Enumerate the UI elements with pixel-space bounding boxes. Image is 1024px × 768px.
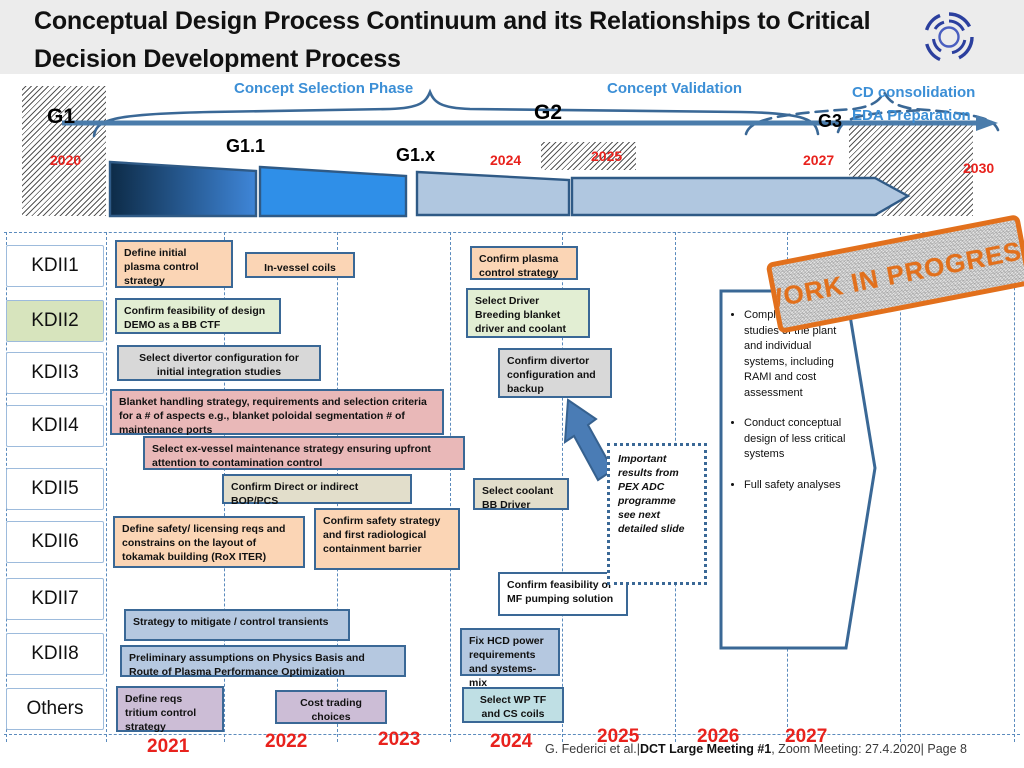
bullet-conduct-conceptual-design: Conduct conceptual design of less critic… [744, 416, 848, 463]
row-label: KDII8 [31, 643, 79, 664]
gate-label-g1-1: G1.1 [226, 136, 266, 156]
right-panel-bullets: Complete integration studies of the plan… [730, 308, 848, 508]
top-year-2025: 2025 [591, 148, 623, 164]
footer-authors: G. Federici et al.| [545, 742, 640, 756]
row-label: KDII1 [31, 255, 79, 276]
task-preliminary-assumptions-physics-basis[interactable]: Preliminary assumptions on Physics Basis… [120, 645, 406, 678]
sidebar-item-kdii7[interactable]: KDII7 [6, 578, 104, 620]
top-year-2024: 2024 [490, 152, 522, 168]
row-label: KDII7 [31, 588, 79, 609]
bottom-year-2023: 2023 [378, 729, 421, 750]
phase-label-concept-validation: Concept Validation [607, 80, 743, 97]
grid-hline-top [4, 232, 1020, 233]
row-label: KDII4 [31, 415, 79, 436]
task-select-driver-breeding-blanket[interactable]: Select Driver Breeding blanket driver an… [466, 288, 590, 338]
gate-label-g2: G2 [534, 101, 563, 124]
task-confirm-feasibility-demo-bb-ctf[interactable]: Confirm feasibility of design DEMO as a … [115, 298, 281, 334]
row-label: KDII5 [31, 478, 79, 499]
task-confirm-divertor-configuration[interactable]: Confirm divertor configuration and backu… [498, 348, 612, 398]
task-define-initial-plasma-control[interactable]: Define initial plasma control strategy [115, 240, 233, 288]
phase-label-concept-selection: Concept Selection Phase [234, 80, 414, 97]
task-cost-trading-choices[interactable]: Cost trading choices [275, 690, 387, 724]
task-confirm-safety-strategy[interactable]: Confirm safety strategy and first radiol… [314, 508, 460, 570]
row-label: KDII2 [31, 310, 79, 331]
sidebar-item-kdii3[interactable]: KDII3 [6, 352, 104, 394]
sidebar-item-others[interactable]: Others [6, 688, 104, 730]
task-confirm-plasma-control-strategy[interactable]: Confirm plasma control strategy [470, 246, 578, 280]
top-year-2030: 2030 [963, 160, 995, 176]
cd-consolidation-label-line1: CD consolidation [852, 84, 976, 101]
sidebar-item-kdii2[interactable]: KDII2 [6, 300, 104, 342]
page-title: Conceptual Design Process Continuum and … [34, 7, 871, 73]
gate-label-g1: G1 [47, 105, 76, 128]
task-strategy-mitigate-transients[interactable]: Strategy to mitigate / control transient… [124, 609, 350, 641]
top-year-2020: 2020 [50, 152, 82, 168]
phase-bar-2 [258, 165, 408, 218]
grid-vline-1 [106, 232, 107, 742]
grid-vline-9 [1014, 232, 1015, 742]
footer-rest: , Zoom Meeting: 27.4.2020| Page 8 [771, 742, 967, 756]
sidebar-item-kdii6[interactable]: KDII6 [6, 521, 104, 563]
task-define-reqs-tritium-control[interactable]: Define reqs tritium control strategy [116, 686, 224, 733]
row-label: KDII6 [31, 531, 79, 552]
sidebar-item-kdii4[interactable]: KDII4 [6, 405, 104, 447]
phase-bar-4-arrow [570, 176, 911, 217]
gate-label-g1-x: G1.x [396, 145, 436, 165]
task-select-divertor-configuration[interactable]: Select divertor configuration for initia… [117, 345, 321, 381]
eurofusion-ring-logo [924, 12, 974, 62]
bottom-year-2024: 2024 [490, 731, 533, 752]
task-select-ex-vessel-maintenance[interactable]: Select ex-vessel maintenance strategy en… [143, 436, 465, 470]
sidebar-item-kdii8[interactable]: KDII8 [6, 633, 104, 675]
gate-label-g3: G3 [818, 111, 843, 131]
sidebar-item-kdii1[interactable]: KDII1 [6, 245, 104, 287]
phase-bar-3 [415, 170, 571, 217]
slide-root: Conceptual Design Process Continuum and … [0, 0, 1024, 768]
footer-citation: G. Federici et al.|DCT Large Meeting #1,… [545, 742, 967, 756]
task-confirm-direct-indirect-bop-pcs[interactable]: Confirm Direct or indirect BOP/PCS [222, 474, 412, 507]
bullet-full-safety-analyses: Full safety analyses [744, 478, 848, 494]
phase-bar-1 [108, 160, 258, 218]
grid-vline-4 [450, 232, 451, 742]
stamp-label: WORK IN PROGRESS [765, 231, 1024, 316]
task-select-wp-tf-cs-coils[interactable]: Select WP TF and CS coils [462, 687, 564, 723]
footer-meeting: DCT Large Meeting #1 [639, 742, 772, 756]
task-in-vessel-coils[interactable]: In-vessel coils [245, 252, 355, 278]
cd-consolidation-label-line2: EDA Preparation [852, 107, 971, 124]
task-fix-hcd-power-requirements[interactable]: Fix HCD power requirements and systems-m… [460, 628, 560, 689]
task-define-safety-licensing-reqs[interactable]: Define safety/ licensing reqs and constr… [113, 516, 305, 568]
bottom-year-2022: 2022 [265, 731, 308, 752]
task-blanket-handling-strategy[interactable]: Blanket handling strategy, requirements … [110, 389, 444, 436]
top-year-2027: 2027 [803, 152, 835, 168]
bottom-year-2021: 2021 [147, 736, 190, 757]
row-label: Others [26, 698, 84, 719]
task-select-coolant-bb-driver[interactable]: Select coolant BB Driver [473, 478, 569, 511]
note-important-results: Important results from PEX ADC programme… [607, 443, 707, 585]
row-label: KDII3 [31, 362, 79, 383]
sidebar-item-kdii5[interactable]: KDII5 [6, 468, 104, 510]
